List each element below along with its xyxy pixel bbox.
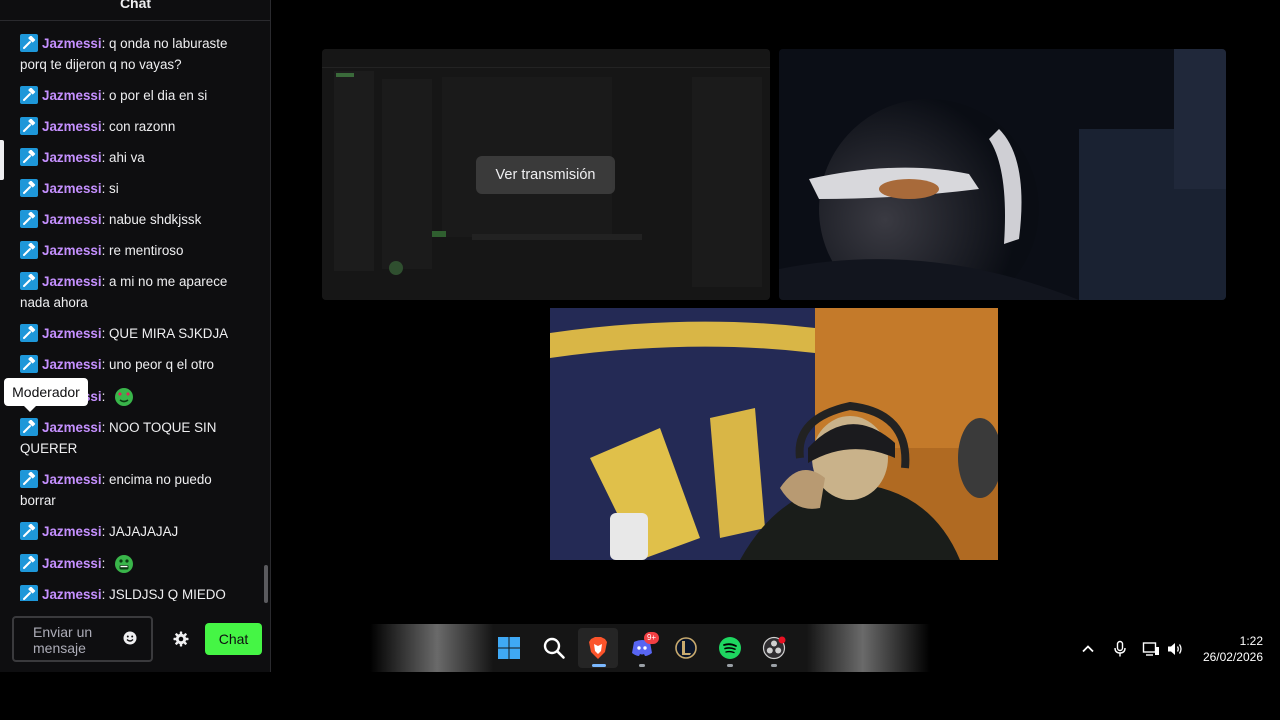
chat-username[interactable]: Jazmessi	[42, 274, 102, 289]
chat-message-text: si	[109, 181, 119, 196]
chat-username[interactable]: Jazmessi	[42, 150, 102, 165]
moderator-badge-icon[interactable]	[20, 324, 38, 342]
chat-username[interactable]: Jazmessi	[42, 212, 102, 227]
chat-message: Jazmessi: JSLDJSJ Q MIEDO	[20, 584, 245, 601]
moderator-badge-icon[interactable]	[20, 148, 38, 166]
chat-username[interactable]: Jazmessi	[42, 326, 102, 341]
moderator-badge-icon[interactable]	[20, 272, 38, 290]
spotify-icon[interactable]	[718, 636, 742, 660]
collapse-chat-handle[interactable]	[0, 140, 4, 180]
chat-message-text: JSLDJSJ Q MIEDO	[109, 587, 226, 601]
webcam-video-bottom[interactable]	[550, 308, 998, 560]
chat-title: Chat	[119, 0, 152, 11]
webcam-video-top[interactable]	[779, 49, 1226, 300]
windows-start-icon[interactable]	[497, 636, 521, 660]
chat-username[interactable]: Jazmessi	[42, 420, 102, 435]
clock-date[interactable]: 26/02/2026	[1196, 650, 1263, 664]
chat-message-text: re mentiroso	[109, 243, 184, 258]
chat-message-list: Jazmessi: q onda no laburaste porq te di…	[20, 33, 245, 601]
chevron-up-icon[interactable]	[1079, 640, 1097, 658]
moderator-badge-icon[interactable]	[20, 585, 38, 601]
moderator-badge-icon[interactable]	[20, 241, 38, 259]
moderator-badge-icon[interactable]	[20, 86, 38, 104]
network-icon[interactable]	[1142, 640, 1160, 658]
moderator-tooltip: Moderador	[4, 378, 88, 412]
chat-username[interactable]: Jazmessi	[42, 119, 102, 134]
moderator-badge-icon[interactable]	[20, 470, 38, 488]
running-indicator	[727, 664, 733, 667]
running-indicator	[639, 664, 645, 667]
divider	[0, 20, 271, 21]
chat-username[interactable]: Jazmessi	[42, 36, 102, 51]
chat-message-text: nabue shdkjssk	[109, 212, 202, 227]
clock-time[interactable]: 1:22	[1200, 634, 1263, 648]
running-indicator	[771, 664, 777, 667]
chat-message-text: ahi va	[109, 150, 145, 165]
chat-message-text: o por el dia en si	[109, 88, 208, 103]
chat-message: Jazmessi:	[20, 552, 245, 574]
chat-username[interactable]: Jazmessi	[42, 472, 102, 487]
chat-message: Jazmessi: con razonn	[20, 116, 245, 137]
obs-icon[interactable]	[762, 636, 786, 660]
green-scared-emote[interactable]	[113, 552, 135, 574]
chat-username[interactable]: Jazmessi	[42, 243, 102, 258]
chat-message: Jazmessi: QUE MIRA SJKDJA	[20, 323, 245, 344]
chat-message: Jazmessi: ahi va	[20, 147, 245, 168]
discord-notification-badge: 9+	[644, 632, 659, 644]
search-icon[interactable]	[542, 636, 566, 660]
speaker-icon[interactable]	[1166, 640, 1184, 658]
chat-message: Jazmessi: q onda no laburaste porq te di…	[20, 34, 228, 72]
moderator-badge-icon[interactable]	[20, 554, 38, 572]
chat-username[interactable]: Jazmessi	[42, 88, 102, 103]
chat-message: Jazmessi: encima no puedo borrar	[20, 470, 212, 508]
chat-username[interactable]: Jazmessi	[42, 587, 102, 601]
chat-message: Jazmessi: re mentiroso	[20, 240, 245, 261]
green-heart-eyes-emote[interactable]	[113, 385, 135, 407]
chat-scrollbar[interactable]	[264, 565, 268, 603]
chat-message: Jazmessi: JAJAJAJAJ	[20, 521, 245, 542]
chat-username[interactable]: Jazmessi	[42, 556, 102, 571]
chat-message: Jazmessi: nabue shdkjssk	[20, 209, 245, 230]
chat-message: Jazmessi: uno peor q el otro	[20, 354, 245, 375]
moderator-badge-icon[interactable]	[20, 355, 38, 373]
chat-message: Jazmessi: si	[20, 178, 245, 199]
moderator-badge-icon[interactable]	[20, 34, 38, 52]
chat-username[interactable]: Jazmessi	[42, 357, 102, 372]
moderator-badge-icon[interactable]	[20, 179, 38, 197]
chat-message-text: JAJAJAJAJ	[109, 524, 179, 539]
webcam-feed	[550, 308, 998, 560]
league-of-legends-icon[interactable]	[674, 636, 698, 660]
moderator-badge-icon[interactable]	[20, 522, 38, 540]
chat-message: Jazmessi: a mi no me aparece nada ahora	[20, 272, 228, 310]
active-indicator	[592, 664, 606, 667]
moderator-badge-icon[interactable]	[20, 418, 38, 436]
chat-message-text: con razonn	[109, 119, 176, 134]
chat-username[interactable]: Jazmessi	[42, 181, 102, 196]
brave-browser-icon[interactable]	[586, 636, 610, 660]
moderator-badge-icon[interactable]	[20, 117, 38, 135]
chat-message-text: QUE MIRA SJKDJA	[109, 326, 229, 341]
chat-username[interactable]: Jazmessi	[42, 524, 102, 539]
microphone-icon[interactable]	[1111, 640, 1129, 658]
chat-panel: Chat Jazmessi: q onda no laburaste porq …	[0, 0, 271, 672]
chat-message: Jazmessi: o por el dia en si	[20, 85, 245, 106]
watch-stream-button[interactable]: Ver transmisión	[476, 156, 615, 194]
moderator-badge-icon[interactable]	[20, 210, 38, 228]
webcam-feed	[779, 49, 1226, 300]
chat-message: Jazmessi: NOO TOQUE SIN QUERER	[20, 418, 217, 456]
chat-message-text: uno peor q el otro	[109, 357, 214, 372]
